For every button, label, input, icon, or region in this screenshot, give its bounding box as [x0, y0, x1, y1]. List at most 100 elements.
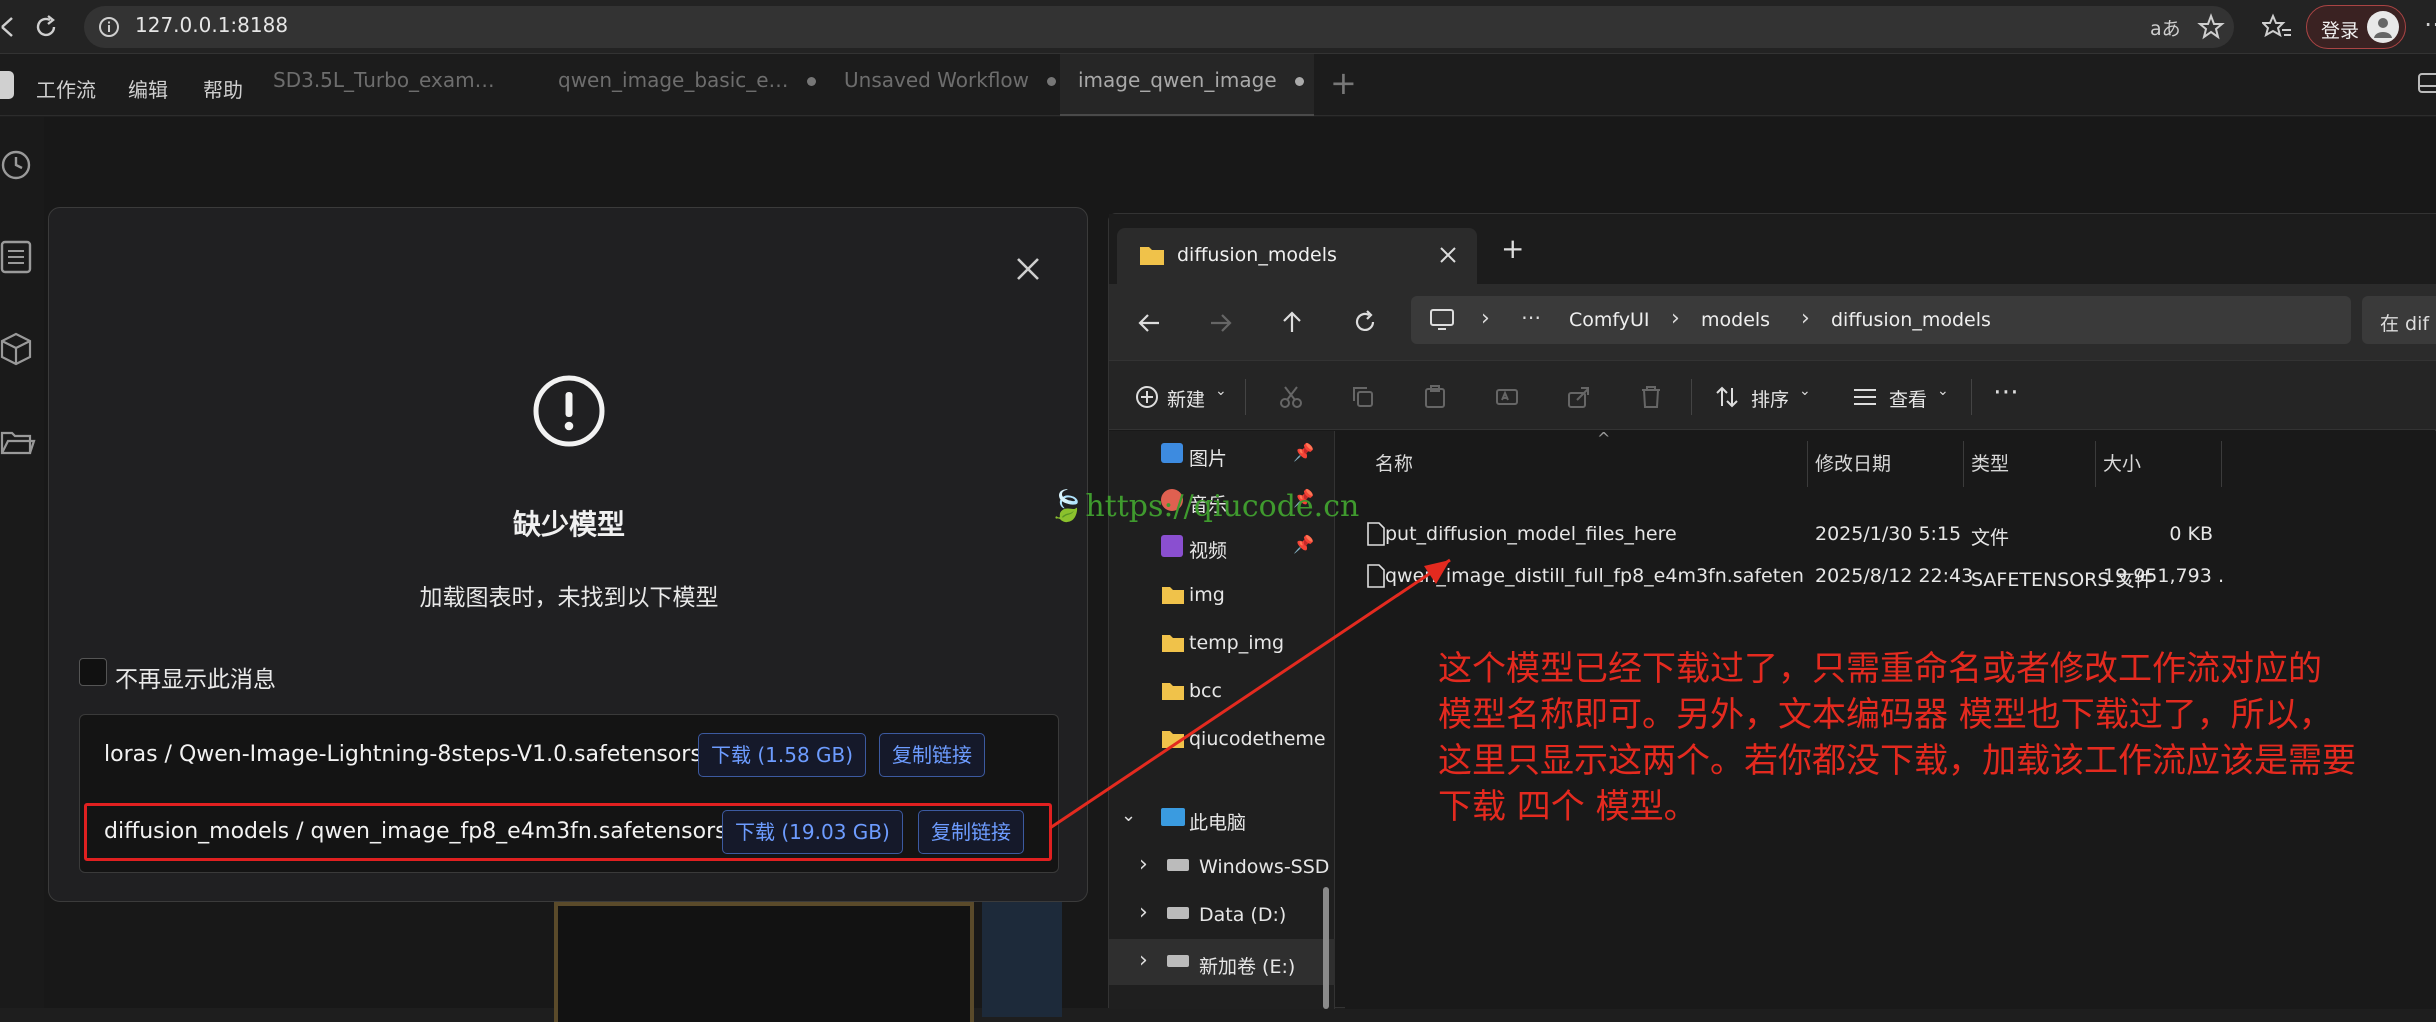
drive-icon — [1167, 859, 1189, 871]
leaf-icon: 🍃 — [1048, 489, 1086, 524]
document-icon[interactable] — [0, 239, 36, 275]
menu-edit[interactable]: 编辑 — [128, 74, 168, 103]
canvas-node-frame[interactable] — [554, 902, 974, 1022]
browser-toolbar: 127.0.0.1:8188 aあ 登录 ⋯ — [0, 0, 2436, 54]
watermark: 🍃https://qiucode.cn — [1048, 489, 1359, 524]
new-tab-icon[interactable]: + — [1330, 64, 1357, 102]
more-options-icon[interactable]: ⋯ — [1993, 377, 2019, 407]
file-type: 文件 — [1971, 527, 2010, 549]
nav-item-pictures[interactable]: 图片 📌 — [1109, 431, 1335, 477]
pictures-icon — [1161, 443, 1183, 463]
panel-toggle-icon[interactable] — [2418, 72, 2436, 96]
model-row: loras / Qwen-Image-Lightning-8steps-V1.0… — [80, 722, 1060, 788]
explorer-tab[interactable]: diffusion_models — [1117, 228, 1477, 284]
favorite-star-icon[interactable] — [2197, 13, 2225, 41]
tab-workflow-1[interactable]: SD3.5L_Turbo_exam… — [273, 68, 495, 102]
column-header-size[interactable]: 大小 — [2103, 449, 2141, 476]
copy-icon[interactable] — [1351, 385, 1375, 409]
forward-arrow-icon[interactable] — [1209, 312, 1233, 334]
tab-label: qwen_image_basic_e… — [558, 68, 789, 92]
tab-label: Unsaved Workflow — [844, 68, 1030, 92]
url-text[interactable]: 127.0.0.1:8188 — [135, 13, 288, 37]
sort-icon[interactable] — [1715, 385, 1739, 409]
translate-icon[interactable]: aあ — [2150, 14, 2181, 41]
tab-workflow-4[interactable]: image_qwen_image — [1078, 68, 1304, 102]
chevron-right-icon[interactable]: › — [1139, 948, 1148, 973]
breadcrumb-item[interactable]: diffusion_models — [1831, 309, 1991, 331]
back-icon[interactable] — [0, 16, 14, 38]
tab-workflow-3[interactable]: Unsaved Workflow — [844, 68, 1057, 102]
sort-button[interactable]: 排序 — [1751, 385, 1789, 412]
back-arrow-icon[interactable] — [1137, 312, 1161, 334]
close-tab-icon[interactable] — [1439, 246, 1457, 264]
chevron-right-icon[interactable]: › — [1139, 852, 1148, 877]
history-icon[interactable] — [0, 147, 36, 183]
divider — [1245, 379, 1246, 415]
nav-scrollbar[interactable] — [1323, 887, 1329, 1009]
view-button[interactable]: 查看 — [1889, 385, 1927, 412]
avatar — [2367, 11, 2399, 43]
unsaved-dot — [1047, 77, 1057, 86]
login-label: 登录 — [2321, 20, 2360, 42]
explorer-address-bar[interactable]: › ⋯ ComfyUI › models › diffusion_models — [1411, 296, 2351, 344]
chevron-right-icon: › — [1481, 306, 1490, 331]
nav-item-volume-e[interactable]: › 新加卷 (E:) — [1109, 939, 1335, 985]
tab-workflow-2[interactable]: qwen_image_basic_e… — [558, 68, 816, 102]
file-date: 2025/1/30 5:15 — [1815, 523, 1962, 545]
explorer-tab-title: diffusion_models — [1177, 244, 1337, 266]
close-icon[interactable] — [1015, 256, 1041, 282]
file-row[interactable]: qwen_image_distill_full_fp8_e4m3fn.safet… — [1345, 555, 2436, 597]
column-header-type[interactable]: 类型 — [1971, 449, 2009, 476]
cut-icon[interactable] — [1279, 385, 1303, 409]
reload-icon[interactable] — [33, 14, 59, 40]
nav-item-data-d[interactable]: › Data (D:) — [1109, 891, 1335, 937]
column-header-name[interactable]: 名称 — [1375, 449, 1413, 476]
share-icon[interactable] — [1567, 385, 1591, 409]
explorer-nav-bar: › ⋯ ComfyUI › models › diffusion_models … — [1109, 284, 2436, 360]
column-divider — [1807, 441, 1808, 487]
person-icon — [2374, 18, 2392, 38]
dialog-title: 缺少模型 — [512, 508, 625, 541]
rename-icon[interactable] — [1495, 385, 1519, 409]
explorer-search-box[interactable]: 在 dif — [2362, 296, 2436, 344]
new-tab-icon[interactable]: + — [1501, 232, 1524, 265]
up-arrow-icon[interactable] — [1281, 310, 1303, 334]
chevron-right-icon[interactable]: › — [1139, 900, 1148, 925]
breadcrumb-item[interactable]: ComfyUI — [1569, 309, 1650, 331]
comfy-logo-icon[interactable] — [0, 71, 14, 99]
dont-show-checkbox[interactable] — [79, 658, 107, 686]
more-menu-icon[interactable]: ⋯ — [2424, 10, 2436, 38]
site-info-icon[interactable] — [98, 16, 120, 38]
file-date: 2025/8/12 22:43 — [1815, 565, 1974, 587]
pin-icon[interactable]: 📌 — [1293, 443, 1314, 463]
nav-label: Windows-SSD — [1199, 856, 1330, 878]
menu-help[interactable]: 帮助 — [203, 74, 243, 103]
cube-icon[interactable] — [0, 331, 36, 367]
menu-workflow[interactable]: 工作流 — [36, 74, 96, 103]
unsaved-dot — [1294, 77, 1304, 86]
copy-link-button[interactable]: 复制链接 — [879, 733, 985, 777]
new-button[interactable]: 新建 — [1167, 385, 1205, 412]
delete-icon[interactable] — [1639, 385, 1663, 409]
profile-login-button[interactable]: 登录 — [2306, 5, 2406, 49]
folder-icon[interactable] — [0, 425, 36, 461]
column-header-date[interactable]: 修改日期 — [1815, 449, 1891, 476]
file-row[interactable]: put_diffusion_model_files_here 2025/1/30… — [1345, 513, 2436, 555]
annotation-line: 这个模型已经下载过了，只需重命名或者修改工作流对应的 — [1438, 649, 2322, 689]
missing-models-dialog: 缺少模型 加载图表时，未找到以下模型 不再显示此消息 loras / Qwen-… — [48, 207, 1088, 902]
refresh-icon[interactable] — [1353, 310, 1377, 334]
monitor-icon[interactable] — [1429, 308, 1455, 332]
favorites-list-icon[interactable] — [2262, 13, 2292, 41]
download-button[interactable]: 下载 (1.58 GB) — [698, 733, 867, 777]
ellipsis-icon[interactable]: ⋯ — [1521, 305, 1541, 329]
address-bar[interactable] — [84, 6, 2234, 48]
paste-icon[interactable] — [1423, 385, 1447, 409]
warning-icon — [533, 375, 605, 447]
plus-circle-icon[interactable] — [1135, 385, 1159, 409]
view-icon[interactable] — [1853, 387, 1877, 407]
canvas-node-frame[interactable] — [982, 897, 1062, 1017]
dont-show-label[interactable]: 不再显示此消息 — [115, 660, 276, 694]
breadcrumb-item[interactable]: models — [1701, 309, 1770, 331]
folder-icon — [1140, 247, 1164, 265]
nav-item-windows-ssd[interactable]: › Windows-SSD — [1109, 843, 1335, 889]
